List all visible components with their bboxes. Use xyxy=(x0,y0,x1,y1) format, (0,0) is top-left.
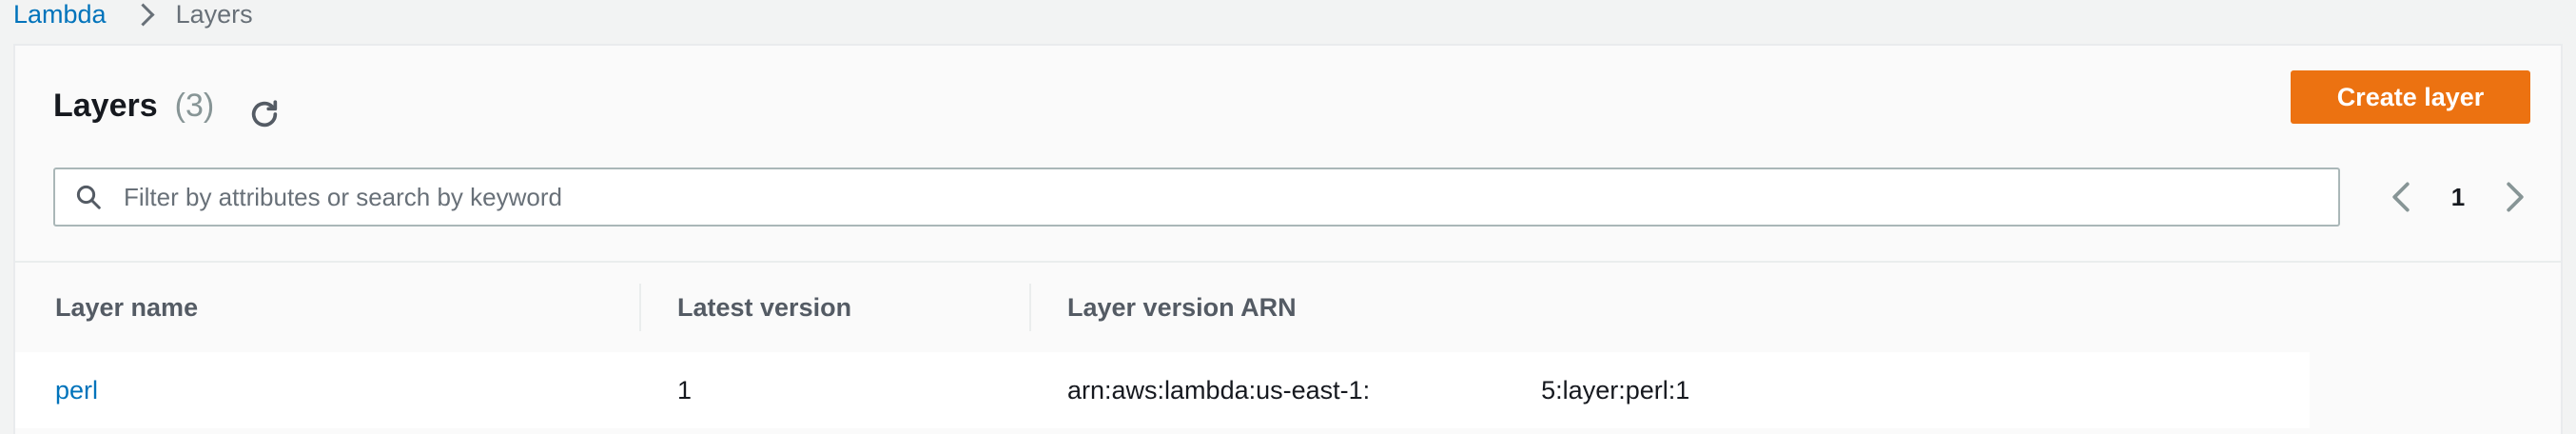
arn-prefix: arn:aws:lambda:us-east-1: xyxy=(1067,375,1371,404)
table-header: Layer name Latest version Layer version … xyxy=(15,261,2561,352)
layers-panel: Layers (3) Create layer 1 xyxy=(13,44,2563,434)
chevron-right-icon xyxy=(2507,182,2524,212)
column-header-latest-version[interactable]: Latest version xyxy=(677,263,851,352)
search-icon xyxy=(55,169,122,225)
latest-version-cell: 1 xyxy=(677,375,693,404)
breadcrumb: Lambda Layers xyxy=(13,0,253,29)
column-divider xyxy=(639,284,641,331)
column-divider xyxy=(1029,284,1031,331)
previous-page-button[interactable] xyxy=(2382,173,2420,221)
breadcrumb-lambda-link[interactable]: Lambda xyxy=(13,0,107,30)
refresh-button[interactable] xyxy=(244,93,285,135)
arn-suffix: 5:layer:perl:1 xyxy=(1541,375,1690,404)
create-layer-button[interactable]: Create layer xyxy=(2291,70,2530,124)
search-box xyxy=(53,168,2340,227)
chevron-left-icon xyxy=(2392,182,2410,212)
search-input[interactable] xyxy=(122,168,2338,226)
page-title: Layers (3) xyxy=(53,88,214,125)
breadcrumb-current: Layers xyxy=(175,0,253,29)
page-title-text: Layers xyxy=(53,88,158,124)
current-page-number[interactable]: 1 xyxy=(2451,183,2465,212)
layer-version-arn-cell: arn:aws:lambda:us-east-1: 5:layer:perl:1 xyxy=(1067,352,1689,428)
refresh-icon xyxy=(251,100,278,128)
next-page-button[interactable] xyxy=(2496,173,2534,221)
column-header-layer-name[interactable]: Layer name xyxy=(55,263,198,352)
column-header-layer-version-arn[interactable]: Layer version ARN xyxy=(1067,263,1297,352)
chevron-right-icon xyxy=(131,2,155,27)
layer-count: (3) xyxy=(174,88,215,124)
pagination: 1 xyxy=(2382,173,2534,221)
table-row: perl 1 arn:aws:lambda:us-east-1: 5:layer… xyxy=(15,352,2310,428)
layer-name-link[interactable]: perl xyxy=(55,352,98,428)
